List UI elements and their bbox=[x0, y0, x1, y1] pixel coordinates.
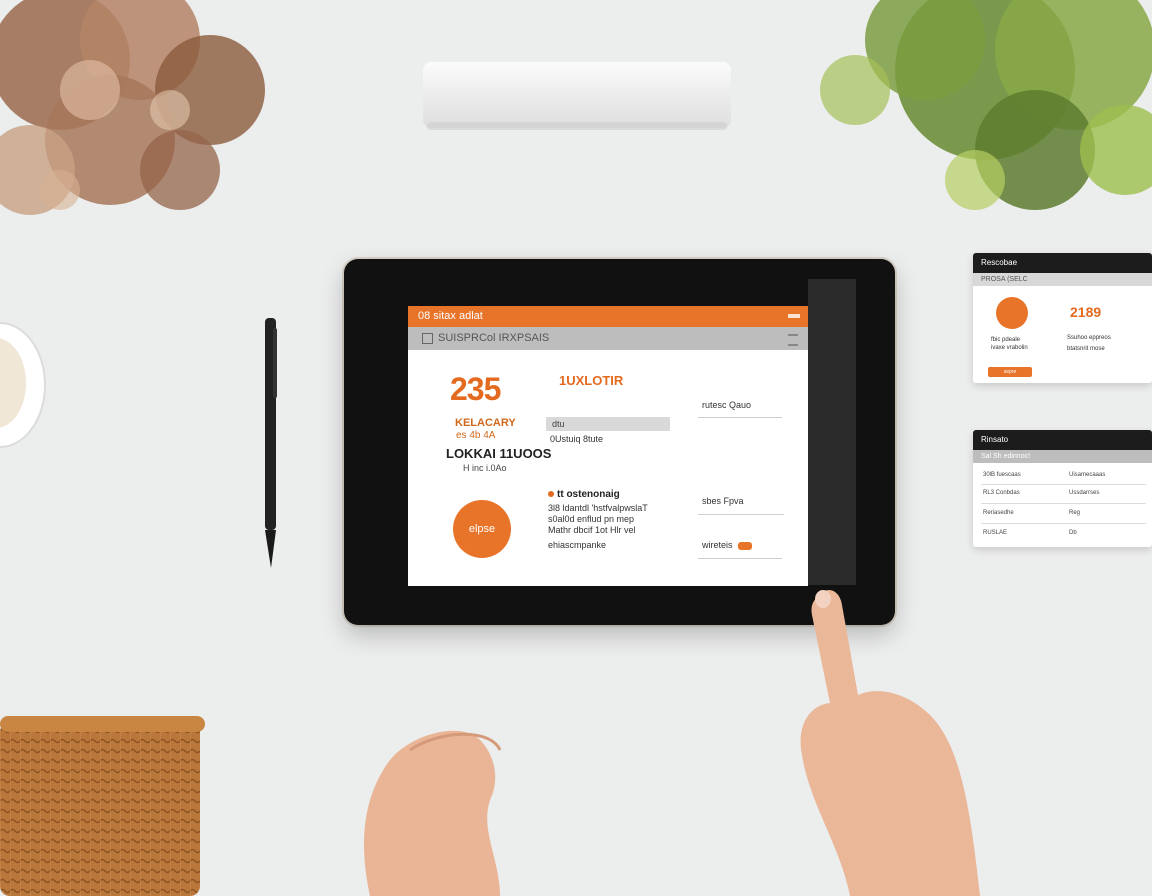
menu-icon[interactable] bbox=[788, 334, 798, 346]
card-top-number: 2189 bbox=[1070, 304, 1102, 320]
card-top-circle-icon bbox=[996, 297, 1028, 329]
app-header-bar: 08 sitax adlat bbox=[408, 306, 808, 327]
badge-icon bbox=[738, 541, 753, 550]
right-line-3[interactable]: wireteis bbox=[702, 540, 753, 550]
hand-pointing-icon bbox=[800, 590, 980, 896]
block-line-1: 3l8 ldantdl 'hstfvalpwslaT bbox=[548, 503, 648, 513]
card-bottom-row-right-2[interactable]: Ussdarrses bbox=[1069, 490, 1099, 496]
card-top-text-right-1: Ssuhoo eppreos bbox=[1067, 335, 1111, 341]
card-bottom-row-left-3[interactable]: Reriasedhe bbox=[983, 510, 1014, 516]
checkbox-icon[interactable] bbox=[422, 333, 433, 344]
orange-caption-2: es 4b 4A bbox=[456, 430, 496, 441]
card-bottom-row-left-1[interactable]: 30lB fuescaas bbox=[983, 472, 1021, 478]
side-card-top: Rescobae PROSA (SELC 2189 fbic pdeale iv… bbox=[973, 253, 1152, 383]
divider bbox=[981, 523, 1146, 524]
card-bottom-row-left-2[interactable]: RL3 Conbdas bbox=[983, 490, 1020, 496]
card-top-button[interactable]: sepre bbox=[988, 367, 1032, 377]
card-bottom-header: Rinsato bbox=[973, 430, 1152, 450]
divider bbox=[698, 558, 782, 559]
card-bottom-row-right-4[interactable]: Db bbox=[1069, 530, 1077, 536]
card-bottom-row-right-1[interactable]: Uisamecaaas bbox=[1069, 472, 1105, 478]
card-top-text-right-2: btatsnrit mose bbox=[1067, 346, 1105, 352]
big-number: 235 bbox=[450, 371, 501, 407]
card-bottom-row-right-3[interactable]: Reg bbox=[1069, 510, 1080, 516]
wicker-basket-icon bbox=[0, 716, 205, 896]
dark-caption: LOKKAI 11UOOS bbox=[446, 446, 552, 461]
right-line-1[interactable]: rutesc Qauo bbox=[702, 400, 751, 410]
desk-scene: 08 sitax adlat SUISPRCol IRXPSAIS 235 KE… bbox=[0, 0, 1152, 896]
side-card-bottom: Rinsato Sal Sh edinnoc! 30lB fuescaas Ui… bbox=[973, 430, 1152, 547]
column-header: 1UXLOTIR bbox=[559, 373, 624, 388]
right-line-3-label: wireteis bbox=[702, 540, 733, 550]
divider bbox=[981, 503, 1146, 504]
divider bbox=[698, 514, 784, 515]
block-line-4: ehiascmpanke bbox=[548, 540, 607, 550]
tablet-screen: 08 sitax adlat SUISPRCol IRXPSAIS 235 KE… bbox=[408, 306, 808, 586]
action-button[interactable]: elpse bbox=[453, 500, 511, 558]
card-top-subheader: PROSA (SELC bbox=[973, 273, 1152, 286]
app-header-title: 08 sitax adlat bbox=[418, 310, 483, 322]
block-line-3: Mathr dbcif 1ot Hlr vel bbox=[548, 525, 636, 535]
tablet-screen-reflection bbox=[808, 279, 856, 585]
orange-caption-1: KELACARY bbox=[455, 417, 516, 429]
card-bottom-subheader: Sal Sh edinnoc! bbox=[973, 450, 1152, 463]
card-top-text-left-1: fbic pdeale bbox=[991, 337, 1021, 343]
app-subheader-bar: SUISPRCol IRXPSAIS bbox=[408, 327, 808, 350]
divider bbox=[698, 417, 782, 418]
divider bbox=[981, 484, 1146, 485]
row-text: 0Ustuiq 8tute bbox=[550, 434, 604, 444]
battery-icon bbox=[788, 314, 800, 318]
hand-resting-icon bbox=[364, 730, 502, 896]
stone-block-icon bbox=[423, 62, 731, 130]
app-subheader-title: SUISPRCol IRXPSAIS bbox=[438, 332, 550, 344]
card-bottom-row-left-4[interactable]: RUSLAE bbox=[983, 530, 1007, 536]
block-line-2: s0al0d enflud pn mep bbox=[548, 514, 635, 524]
plant-left-icon bbox=[0, 0, 265, 215]
plant-right-icon bbox=[820, 0, 1152, 210]
mug-icon bbox=[0, 322, 46, 448]
block-heading: tt ostenonaig bbox=[548, 489, 620, 500]
card-top-header: Rescobae bbox=[973, 253, 1152, 273]
small-caption: H inc i.0Ao bbox=[463, 463, 507, 473]
grey-row[interactable]: dtu bbox=[546, 417, 670, 431]
right-line-2[interactable]: sbes Fpva bbox=[702, 496, 744, 506]
stylus-pen-icon bbox=[265, 318, 277, 568]
card-top-text-left-2: ivaxe vrabolin bbox=[991, 345, 1028, 351]
